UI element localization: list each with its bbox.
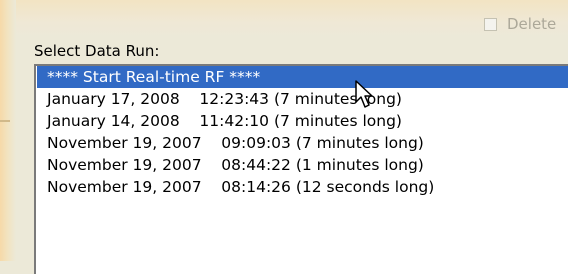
delete-label: Delete: [507, 15, 557, 33]
list-item[interactable]: January 14, 2008 11:42:10 (7 minutes lon…: [37, 110, 568, 132]
data-run-listbox[interactable]: **** Start Real-time RF **** January 17,…: [34, 64, 568, 274]
list-item[interactable]: January 17, 2008 12:23:43 (7 minutes lon…: [37, 88, 568, 110]
arrow-cursor-icon: [355, 80, 373, 108]
left-window-edge: [0, 0, 16, 261]
delete-checkbox[interactable]: [484, 18, 497, 31]
select-data-run-label: Select Data Run:: [34, 42, 160, 60]
list-item[interactable]: November 19, 2007 08:44:22 (1 minutes lo…: [37, 154, 568, 176]
list-item[interactable]: November 19, 2007 09:09:03 (7 minutes lo…: [37, 132, 568, 154]
left-edge-tick: [0, 120, 10, 122]
list-item-start-realtime[interactable]: **** Start Real-time RF ****: [37, 66, 568, 88]
list-item[interactable]: November 19, 2007 08:14:26 (12 seconds l…: [37, 176, 568, 198]
